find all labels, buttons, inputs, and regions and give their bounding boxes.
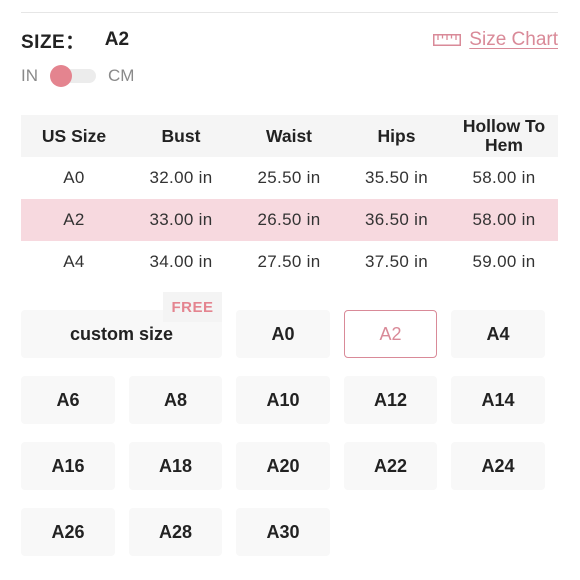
size-chart-link[interactable]: Size Chart	[433, 28, 558, 52]
header-waist: Waist	[235, 115, 343, 157]
table-row: A0 32.00 in 25.50 in 35.50 in 58.00 in	[21, 157, 558, 199]
size-option-a14[interactable]: A14	[451, 376, 545, 424]
size-option-a30[interactable]: A30	[236, 508, 330, 556]
size-option-a4[interactable]: A4	[451, 310, 545, 358]
cell-size: A0	[63, 168, 85, 187]
cell-bust: 33.00 in	[127, 199, 235, 241]
selected-size-value: A2	[104, 29, 130, 50]
size-option-a28[interactable]: A28	[129, 508, 222, 556]
cell-hips: 37.50 in	[365, 252, 428, 271]
header-hollow-to-hem: Hollow To Hem	[450, 115, 558, 157]
cell-size: A2	[21, 199, 127, 241]
unit-toggle[interactable]	[50, 65, 96, 87]
cell-waist: 26.50 in	[235, 199, 343, 241]
size-label: SIZE：	[21, 31, 85, 53]
header-us-size: US Size	[21, 115, 127, 157]
cell-bust: 32.00 in	[149, 168, 213, 187]
size-option-a6[interactable]: A6	[21, 376, 115, 424]
selected-size-header: SIZE： A2	[21, 29, 130, 53]
size-option-a12[interactable]: A12	[344, 376, 437, 424]
size-option-a16[interactable]: A16	[21, 442, 115, 490]
cell-hollow-to-hem: 58.00 in	[450, 199, 558, 241]
cell-hollow-to-hem: 59.00 in	[472, 252, 536, 271]
size-chart-table: US Size Bust Waist Hips Hollow To Hem A0…	[21, 115, 558, 283]
unit-in-label[interactable]: IN	[21, 66, 38, 86]
cell-size: A4	[63, 252, 85, 271]
unit-toggle-row: IN CM	[21, 64, 134, 88]
size-option-a8[interactable]: A8	[129, 376, 222, 424]
top-divider	[21, 12, 558, 13]
size-option-a10[interactable]: A10	[236, 376, 330, 424]
cell-hips: 35.50 in	[365, 168, 428, 187]
size-option-a26[interactable]: A26	[21, 508, 115, 556]
table-row-highlighted: A2 33.00 in 26.50 in 36.50 in 58.00 in	[21, 199, 558, 241]
header-bust: Bust	[127, 115, 235, 157]
unit-cm-label[interactable]: CM	[108, 66, 134, 86]
cell-waist: 25.50 in	[257, 168, 321, 187]
toggle-knob	[50, 65, 72, 87]
size-option-a22[interactable]: A22	[344, 442, 437, 490]
table-header-row: US Size Bust Waist Hips Hollow To Hem	[21, 115, 558, 157]
cell-hips: 36.50 in	[343, 199, 450, 241]
cell-waist: 27.50 in	[257, 252, 321, 271]
ruler-icon	[433, 34, 462, 46]
size-chart-label: Size Chart	[469, 29, 558, 50]
header-hips: Hips	[343, 115, 450, 157]
free-badge: FREE	[163, 292, 222, 322]
cell-hollow-to-hem: 58.00 in	[472, 168, 536, 187]
size-option-a18[interactable]: A18	[129, 442, 222, 490]
size-option-a0[interactable]: A0	[236, 310, 330, 358]
cell-bust: 34.00 in	[149, 252, 213, 271]
size-option-a20[interactable]: A20	[236, 442, 330, 490]
table-row: A4 34.00 in 27.50 in 37.50 in 59.00 in	[21, 241, 558, 283]
size-option-a24[interactable]: A24	[451, 442, 545, 490]
size-option-a2-selected[interactable]: A2	[344, 310, 437, 358]
